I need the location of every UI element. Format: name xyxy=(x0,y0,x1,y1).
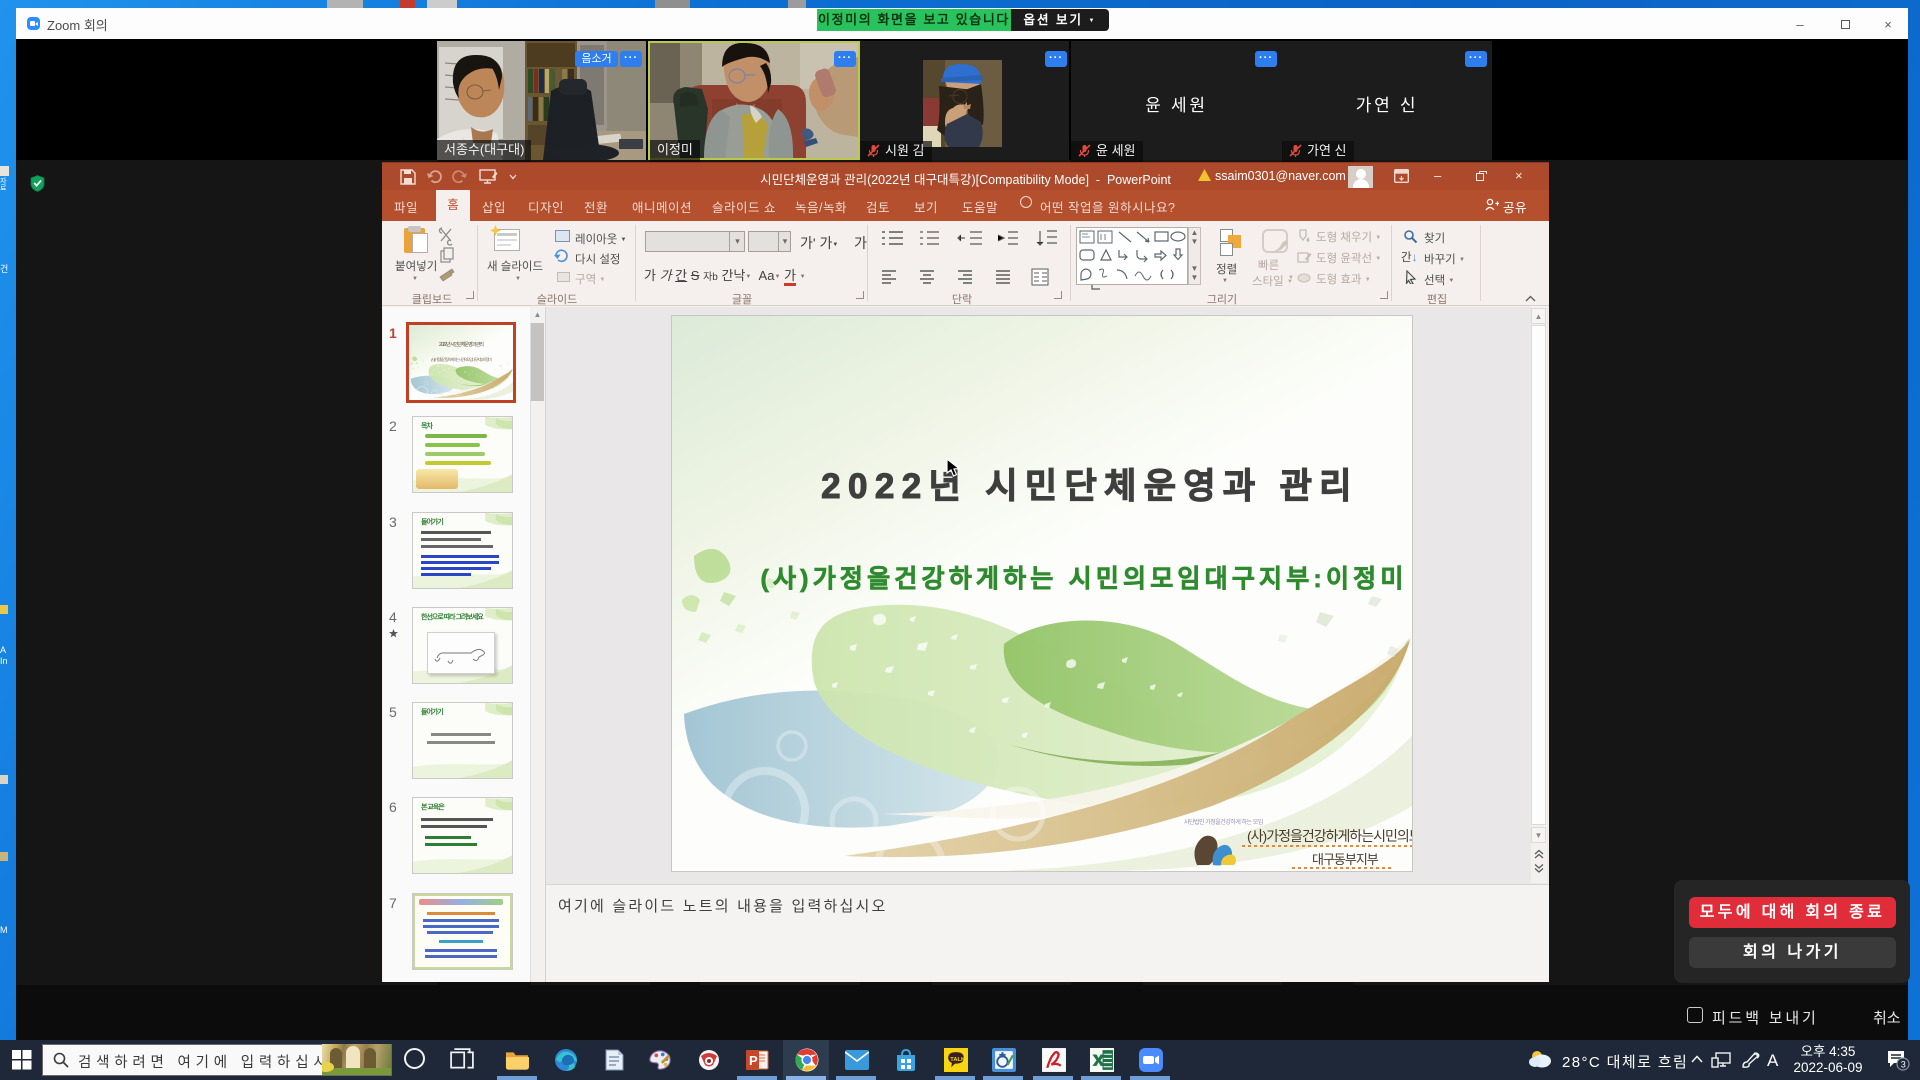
svg-text:사단법인 가정을건강하게 하는 모임: 사단법인 가정을건강하게 하는 모임 xyxy=(1184,818,1263,826)
svg-text:3: 3 xyxy=(1901,1060,1906,1070)
svg-text:TALK: TALK xyxy=(950,1057,966,1063)
svg-text:(사)가정을건강하게하는시민의모임: (사)가정을건강하게하는시민의모임 xyxy=(1247,828,1412,844)
svg-text:2022년 시민단체운영과 관리: 2022년 시민단체운영과 관리 xyxy=(821,467,1359,506)
svg-text:(사)가정을건강하게하는 시민의모임대구지부:이정미: (사)가정을건강하게하는 시민의모임대구지부:이정미 xyxy=(760,565,1407,593)
svg-text:P: P xyxy=(749,1053,758,1068)
svg-text:대구동부지부: 대구동부지부 xyxy=(1312,852,1379,867)
